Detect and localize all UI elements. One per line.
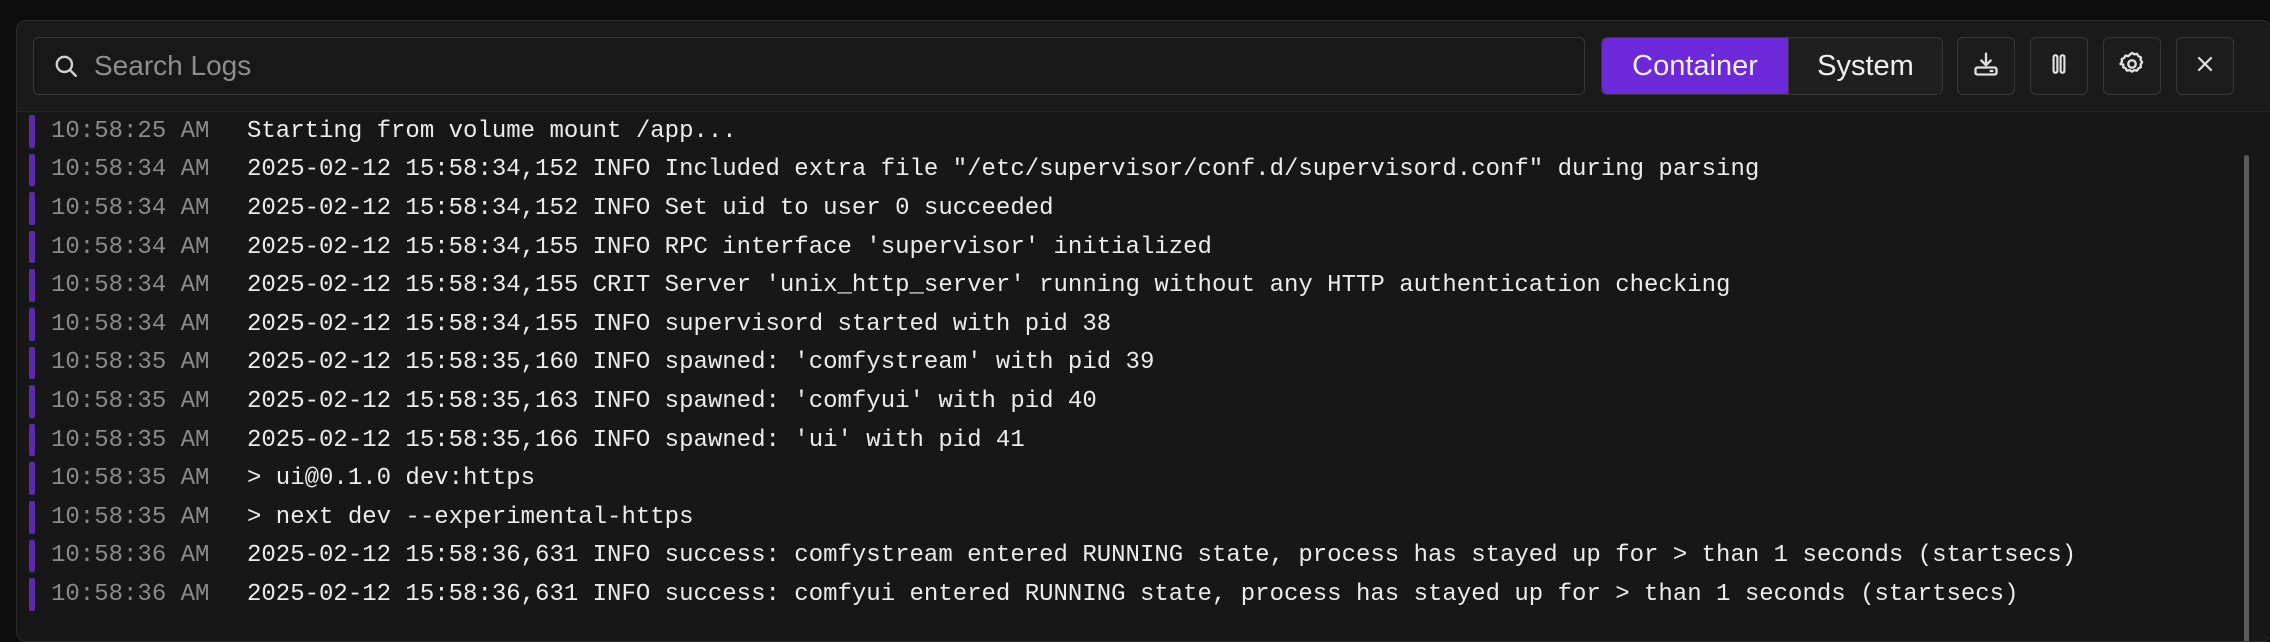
pause-button[interactable]	[2030, 37, 2088, 95]
search-input[interactable]	[80, 37, 1584, 95]
container-tab[interactable]: Container	[1602, 38, 1788, 94]
log-row: 10:58:25 AM Starting from volume mount /…	[17, 112, 2270, 151]
close-button[interactable]	[2176, 37, 2234, 95]
log-row: 10:58:34 AM 2025-02-12 15:58:34,155 CRIT…	[17, 266, 2270, 305]
log-level-bar	[29, 500, 35, 534]
system-tab[interactable]: System	[1788, 38, 1942, 94]
log-timestamp: 10:58:35 AM	[51, 465, 210, 493]
log-timestamp: 10:58:34 AM	[51, 310, 210, 338]
log-message: 2025-02-12 15:58:34,152 INFO Included ex…	[247, 156, 1760, 184]
log-message: > next dev --experimental-https	[247, 503, 694, 531]
log-timestamp: 10:58:34 AM	[51, 156, 210, 184]
close-icon	[2193, 52, 2217, 81]
log-timestamp: 10:58:34 AM	[51, 194, 210, 222]
log-timestamp: 10:58:36 AM	[51, 542, 210, 570]
logs-toolbar: Container System	[17, 21, 2270, 111]
log-message: 2025-02-12 15:58:35,160 INFO spawned: 'c…	[247, 349, 1155, 377]
log-row: 10:58:36 AM 2025-02-12 15:58:36,631 INFO…	[17, 537, 2270, 576]
log-message: Starting from volume mount /app...	[247, 117, 737, 145]
log-timestamp: 10:58:34 AM	[51, 233, 210, 261]
log-level-bar	[29, 539, 35, 573]
download-button[interactable]	[1957, 37, 2015, 95]
log-level-bar	[29, 269, 35, 302]
log-row: 10:58:34 AM 2025-02-12 15:58:34,152 INFO…	[17, 151, 2270, 190]
log-level-bar	[29, 230, 35, 264]
log-level-bar	[29, 346, 35, 380]
log-message: > ui@0.1.0 dev:https	[247, 465, 536, 493]
log-message: 2025-02-12 15:58:36,631 INFO success: co…	[247, 542, 2077, 570]
log-message: 2025-02-12 15:58:36,631 INFO success: co…	[247, 580, 2019, 608]
log-row: 10:58:34 AM 2025-02-12 15:58:34,155 INFO…	[17, 305, 2270, 344]
log-timestamp: 10:58:35 AM	[51, 426, 210, 454]
log-timestamp: 10:58:25 AM	[51, 117, 210, 145]
log-timestamp: 10:58:35 AM	[51, 349, 210, 377]
log-level-bar	[29, 307, 35, 341]
log-level-bar	[29, 115, 35, 148]
source-toggle: Container System	[1601, 37, 1943, 95]
log-row: 10:58:35 AM 2025-02-12 15:58:35,163 INFO…	[17, 382, 2270, 421]
log-row: 10:58:35 AM > ui@0.1.0 dev:https	[17, 459, 2270, 498]
log-message: 2025-02-12 15:58:35,163 INFO spawned: 'c…	[247, 387, 1097, 415]
log-scrollbar[interactable]	[2244, 155, 2249, 641]
log-timestamp: 10:58:34 AM	[51, 272, 210, 300]
log-message: 2025-02-12 15:58:34,152 INFO Set uid to …	[247, 194, 1054, 222]
log-timestamp: 10:58:35 AM	[51, 503, 210, 531]
log-row: 10:58:35 AM 2025-02-12 15:58:35,166 INFO…	[17, 421, 2270, 460]
log-level-bar	[29, 462, 35, 495]
logs-panel: Container System	[16, 20, 2270, 642]
log-message: 2025-02-12 15:58:34,155 INFO RPC interfa…	[247, 233, 1212, 261]
search-icon	[52, 52, 80, 80]
log-row: 10:58:34 AM 2025-02-12 15:58:34,152 INFO…	[17, 189, 2270, 228]
log-level-bar	[29, 423, 35, 457]
log-row: 10:58:34 AM 2025-02-12 15:58:34,155 INFO…	[17, 228, 2270, 267]
log-level-bar	[29, 192, 35, 225]
gear-icon	[2118, 50, 2146, 83]
log-message: 2025-02-12 15:58:34,155 INFO supervisord…	[247, 310, 1112, 338]
download-icon	[1972, 50, 2000, 83]
log-message: 2025-02-12 15:58:34,155 CRIT Server 'uni…	[247, 272, 1731, 300]
pause-icon	[2046, 51, 2072, 82]
search-box[interactable]	[33, 37, 1585, 95]
log-level-bar	[29, 578, 35, 611]
log-timestamp: 10:58:35 AM	[51, 387, 210, 415]
log-row: 10:58:35 AM > next dev --experimental-ht…	[17, 498, 2270, 537]
log-list[interactable]: 10:58:25 AM Starting from volume mount /…	[17, 111, 2270, 641]
log-row: 10:58:35 AM 2025-02-12 15:58:35,160 INFO…	[17, 344, 2270, 383]
log-timestamp: 10:58:36 AM	[51, 580, 210, 608]
log-row: 10:58:36 AM 2025-02-12 15:58:36,631 INFO…	[17, 575, 2270, 614]
log-level-bar	[29, 385, 35, 418]
log-message: 2025-02-12 15:58:35,166 INFO spawned: 'u…	[247, 426, 1025, 454]
log-level-bar	[29, 153, 35, 187]
settings-button[interactable]	[2103, 37, 2161, 95]
